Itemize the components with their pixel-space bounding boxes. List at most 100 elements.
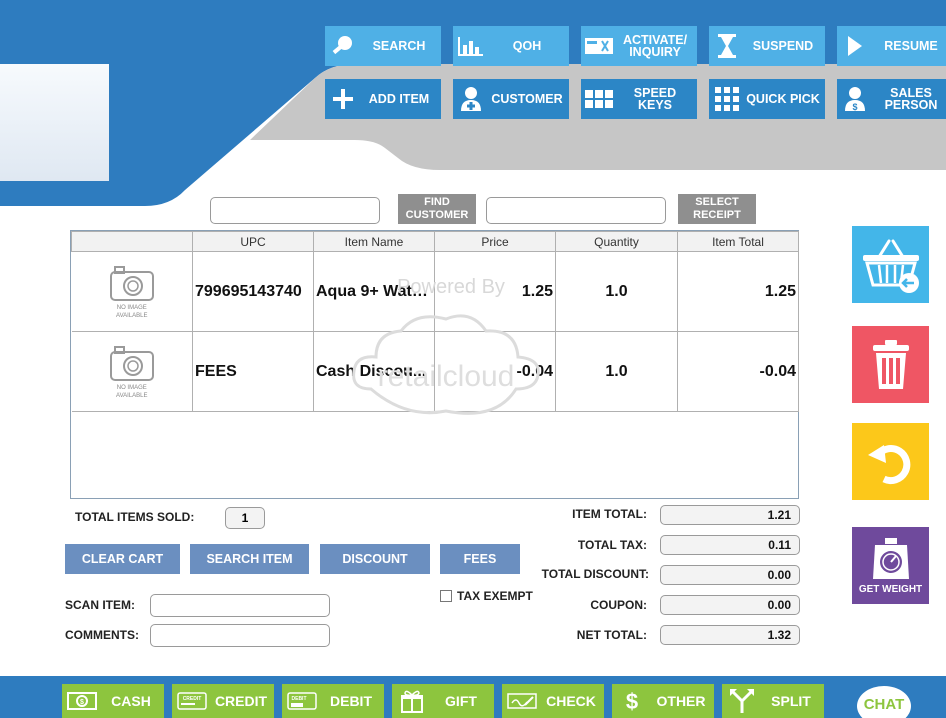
item-upc: 799695143740 — [192, 251, 314, 332]
pos-screen: SEARCH QOH ACTIVATE/ INQUIRY SUSPEND RES… — [0, 0, 946, 718]
add-customer-icon — [453, 79, 489, 119]
return-basket-button[interactable] — [852, 226, 929, 303]
item-total: -0.04 — [677, 331, 799, 412]
split-icon — [722, 688, 762, 714]
credit-card-tag: CREDIT — [183, 696, 202, 702]
get-weight-button[interactable]: GET WEIGHT — [852, 527, 929, 604]
debit-card-icon: DEBIT — [282, 691, 322, 711]
discount-button[interactable]: DISCOUNT — [320, 544, 430, 574]
item-name: Cash Discou... — [313, 331, 435, 412]
total-tax-value: 0.11 — [660, 535, 800, 555]
qoh-button[interactable]: QOH — [453, 26, 569, 66]
item-total: 1.25 — [677, 251, 799, 332]
receipt-input[interactable] — [486, 197, 666, 224]
item-total-label: ITEM TOTAL: — [572, 507, 647, 521]
chat-button[interactable]: CHAT — [857, 686, 911, 718]
customer-input[interactable] — [210, 197, 380, 224]
activate-inquiry-button[interactable]: ACTIVATE/ INQUIRY — [581, 26, 697, 66]
basket-return-icon — [862, 239, 919, 293]
col-item-total: Item Total — [677, 231, 799, 252]
total-tax-label: TOTAL TAX: — [577, 538, 647, 552]
undo-button[interactable] — [852, 423, 929, 500]
dollar-icon: $ — [612, 688, 652, 714]
search-item-button[interactable]: SEARCH ITEM — [190, 544, 309, 574]
customer-label: CUSTOMER — [491, 92, 563, 106]
scale-icon — [872, 537, 909, 579]
table-row[interactable]: NO IMAGE AVAILABLE 799695143740 Aqua 9+ … — [71, 251, 799, 332]
item-total-value: 1.21 — [660, 505, 800, 525]
suspend-button[interactable]: SUSPEND — [709, 26, 825, 66]
speed-keys-icon — [581, 79, 617, 119]
card-activate-icon — [581, 26, 617, 66]
gift-icon — [392, 689, 432, 713]
activate-inquiry-label: ACTIVATE/ INQUIRY — [622, 33, 688, 59]
total-discount-value: 0.00 — [660, 565, 800, 585]
check-button[interactable]: CHECK — [502, 684, 604, 718]
tax-exempt-checkbox[interactable] — [440, 590, 452, 602]
item-name: Aqua 9+ Wate... — [313, 251, 435, 332]
bar-chart-icon — [453, 26, 489, 66]
svg-text:$: $ — [852, 102, 857, 112]
net-total-value: 1.32 — [660, 625, 800, 645]
no-image-caption: NO IMAGE AVAILABLE — [116, 384, 148, 399]
comments-label: COMMENTS: — [65, 628, 139, 642]
clear-cart-button[interactable]: CLEAR CART — [65, 544, 180, 574]
check-label: CHECK — [546, 693, 596, 709]
play-icon — [837, 26, 873, 66]
scan-item-label: SCAN ITEM: — [65, 598, 135, 612]
salesperson-icon: $ — [837, 79, 873, 119]
col-upc: UPC — [192, 231, 314, 252]
suspend-label: SUSPEND — [752, 39, 814, 53]
item-upc: FEES — [192, 331, 314, 412]
speed-keys-button[interactable]: SPEED KEYS — [581, 79, 697, 119]
search-button[interactable]: SEARCH — [325, 26, 441, 66]
total-discount-label: TOTAL DISCOUNT: — [541, 567, 649, 581]
sales-person-button[interactable]: $ SALES PERSON — [837, 79, 946, 119]
camera-icon — [109, 345, 154, 381]
cart-table: UPC Item Name Price Quantity Item Total — [70, 230, 799, 499]
hourglass-icon — [709, 26, 745, 66]
item-image: NO IMAGE AVAILABLE — [71, 331, 193, 412]
comments-input[interactable] — [150, 624, 330, 647]
undo-icon — [867, 444, 910, 484]
debit-card-tag: DEBIT — [292, 696, 307, 702]
svg-text:$: $ — [80, 699, 84, 706]
col-price: Price — [434, 231, 556, 252]
split-button[interactable]: SPLIT — [722, 684, 824, 718]
debit-button[interactable]: DEBIT DEBIT — [282, 684, 384, 718]
scan-item-input[interactable] — [150, 594, 330, 617]
total-items-value: 1 — [225, 507, 265, 529]
customer-button[interactable]: CUSTOMER — [453, 79, 569, 119]
speed-keys-label: SPEED KEYS — [633, 86, 677, 112]
item-quantity: 1.0 — [555, 331, 678, 412]
quick-pick-label: QUICK PICK — [746, 92, 820, 106]
other-label: OTHER — [656, 693, 706, 709]
add-item-label: ADD ITEM — [368, 92, 430, 106]
split-label: SPLIT — [771, 693, 811, 709]
other-button[interactable]: $ OTHER — [612, 684, 714, 718]
quick-pick-button[interactable]: QUICK PICK — [709, 79, 825, 119]
no-image-caption: NO IMAGE AVAILABLE — [116, 304, 148, 319]
check-icon — [502, 691, 542, 711]
get-weight-label: GET WEIGHT — [858, 583, 923, 595]
select-receipt-button[interactable]: SELECT RECEIPT — [678, 194, 756, 224]
table-row[interactable]: NO IMAGE AVAILABLE FEES Cash Discou... -… — [71, 331, 799, 412]
trash-icon — [872, 339, 909, 389]
cash-label: CASH — [111, 693, 151, 709]
resume-label: RESUME — [884, 39, 938, 53]
item-image: NO IMAGE AVAILABLE — [71, 251, 193, 332]
item-quantity: 1.0 — [555, 251, 678, 332]
magnifier-icon — [325, 26, 361, 66]
cash-button[interactable]: $ CASH — [62, 684, 164, 718]
gift-button[interactable]: GIFT — [392, 684, 494, 718]
delete-button[interactable] — [852, 326, 929, 403]
grid-dots-icon — [709, 79, 745, 119]
add-item-button[interactable]: ADD ITEM — [325, 79, 441, 119]
find-customer-button[interactable]: FIND CUSTOMER — [398, 194, 476, 224]
col-item-name: Item Name — [313, 231, 435, 252]
total-items-label: TOTAL ITEMS SOLD: — [75, 510, 195, 524]
credit-button[interactable]: CREDIT CREDIT — [172, 684, 274, 718]
qoh-label: QOH — [512, 39, 542, 53]
item-price: 1.25 — [434, 251, 556, 332]
resume-button[interactable]: RESUME — [837, 26, 946, 66]
